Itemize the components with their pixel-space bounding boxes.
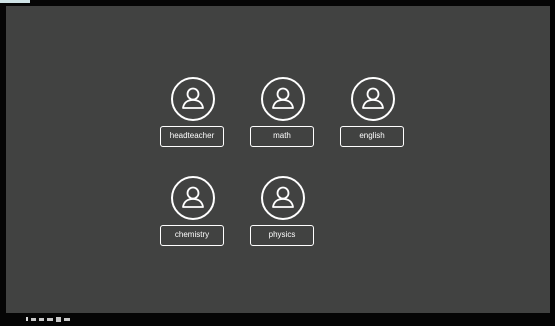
taskbar-icon[interactable]	[56, 316, 61, 322]
user-name-label: math	[250, 126, 314, 147]
user-name-label: headteacher	[160, 126, 224, 147]
user-tile-chemistry[interactable]: chemistry	[160, 176, 230, 256]
user-icon	[171, 176, 215, 220]
corner-accent	[0, 0, 30, 3]
user-tile-headteacher[interactable]: headteacher	[160, 77, 230, 157]
user-icon	[171, 77, 215, 121]
user-tile-english[interactable]: english	[340, 77, 410, 157]
user-icon	[261, 176, 305, 220]
user-icon	[261, 77, 305, 121]
taskbar	[26, 316, 70, 322]
user-selection-screen: headteacher math english chemistry physi…	[6, 6, 550, 313]
monitor-frame: headteacher math english chemistry physi…	[0, 0, 555, 326]
user-tile-math[interactable]: math	[250, 77, 320, 157]
taskbar-icon[interactable]	[47, 317, 53, 321]
user-tile-physics[interactable]: physics	[250, 176, 320, 256]
taskbar-icon[interactable]	[31, 317, 36, 321]
user-name-label: chemistry	[160, 225, 224, 246]
user-name-label: physics	[250, 225, 314, 246]
taskbar-icon[interactable]	[64, 317, 70, 321]
power-icon[interactable]	[26, 317, 28, 321]
user-icon	[351, 77, 395, 121]
user-name-label: english	[340, 126, 404, 147]
taskbar-icon[interactable]	[39, 317, 44, 321]
